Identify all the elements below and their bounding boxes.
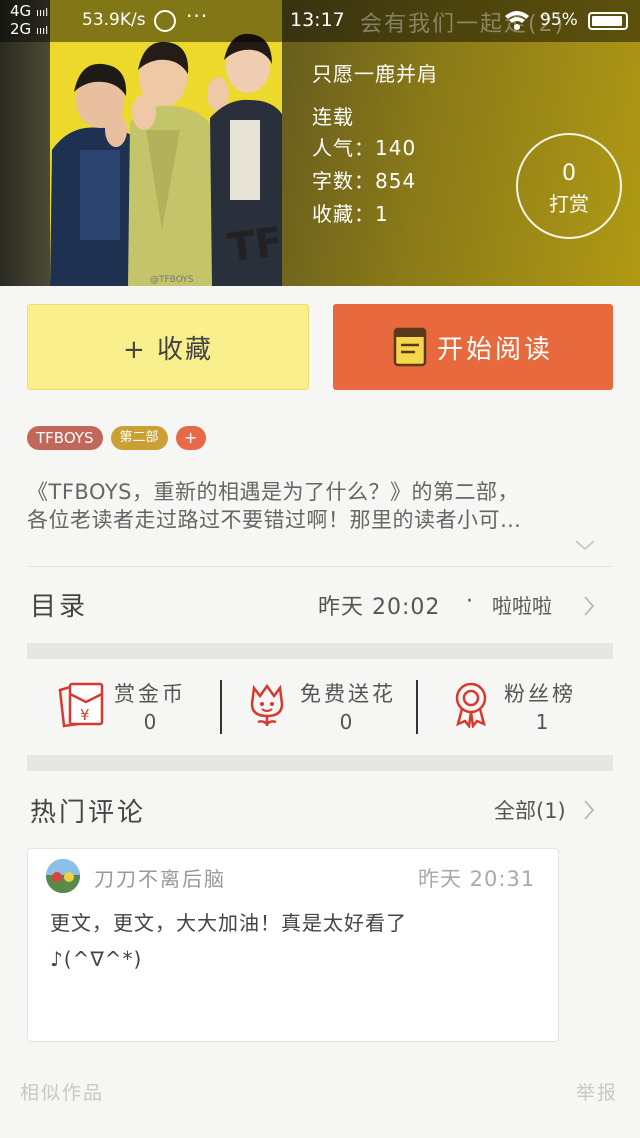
word-count-label: 字数： — [312, 169, 375, 193]
comment-username[interactable]: 刀刀不离后脑 — [94, 863, 226, 892]
catalog-update-time: 昨天 20:02 — [318, 595, 441, 620]
ghost-page-title: 会有我们一起走(2) — [360, 12, 566, 37]
divider — [416, 680, 418, 734]
book-icon — [393, 327, 427, 367]
battery-percent: 95% — [540, 10, 578, 30]
globe-icon — [154, 10, 176, 32]
battery-icon — [588, 12, 628, 30]
svg-text:@TFBOYS: @TFBOYS — [150, 275, 194, 285]
book-header: TFB @TFBOYS 4G ıııl 2G ıııl 53.9K/s ··· … — [0, 0, 640, 286]
avatar[interactable] — [46, 859, 80, 893]
free-flower-value: 0 — [339, 710, 353, 734]
word-count-row: 字数：854 — [312, 165, 416, 194]
book-cover-image: TFB @TFBOYS — [50, 0, 282, 286]
popularity-value: 140 — [375, 136, 417, 160]
comment-text-line-2: ♪(^∇^*) — [50, 947, 143, 971]
header-shade — [0, 0, 50, 286]
reward-coins-value: 0 — [143, 710, 157, 734]
add-to-favorites-button[interactable]: + 收藏 — [27, 304, 309, 390]
hot-comments-title: 热门评论 — [30, 798, 147, 828]
description-line-1: 《TFBOYS，重新的相遇是为了什么？》的第二部， — [27, 480, 519, 504]
fan-ranking-value: 1 — [535, 710, 549, 734]
wifi-icon — [505, 11, 529, 30]
award-ribbon-icon — [455, 682, 487, 728]
svg-text:¥: ¥ — [80, 706, 90, 724]
book-status: 连载 — [312, 105, 354, 129]
comment-text-line-1: 更文，更文，大大加油！真是太好看了 — [50, 911, 407, 935]
red-envelope-icon: ¥ — [58, 682, 104, 728]
favorites-value: 1 — [375, 202, 389, 226]
similar-works-link[interactable]: 相似作品 — [20, 1078, 104, 1105]
reward-count: 0 — [562, 161, 576, 186]
latest-chapter: 啦啦啦 — [492, 594, 552, 618]
report-link[interactable]: 举报 — [576, 1078, 618, 1105]
popularity-row: 人气：140 — [312, 132, 416, 161]
comment-text: 更文，更文，大大加油！真是太好看了 ♪(^∇^*) — [50, 905, 540, 977]
clock: 13:17 — [290, 9, 345, 31]
favorites-row: 收藏：1 — [312, 198, 389, 227]
fan-ranking-stat[interactable]: 粉丝榜 1 — [446, 672, 596, 742]
tag-list: TFBOYS 第二部 + — [27, 426, 206, 450]
section-band — [27, 643, 613, 659]
divider — [27, 566, 613, 567]
section-band — [27, 755, 613, 771]
tag-tfboys[interactable]: TFBOYS — [27, 426, 103, 450]
signal-indicator: 4G ıııl 2G ıııl — [10, 2, 49, 38]
comment-card[interactable]: 刀刀不离后脑 昨天 20:31 更文，更文，大大加油！真是太好看了 ♪(^∇^*… — [27, 848, 559, 1042]
status-bar: 4G ıııl 2G ıııl 53.9K/s ··· 会有我们一起走(2) 1… — [0, 0, 640, 42]
reward-coins-stat[interactable]: ¥ 赏金币 0 — [56, 672, 216, 742]
chevron-right-icon — [584, 596, 595, 616]
chevron-right-icon — [584, 800, 595, 820]
more-dots-icon: ··· — [186, 4, 209, 28]
word-count-value: 854 — [375, 169, 417, 193]
favorites-label: 收藏： — [312, 202, 375, 226]
add-to-favorites-label: + 收藏 — [122, 334, 214, 365]
tag-part-two[interactable]: 第二部 — [110, 426, 168, 450]
reward-label: 打赏 — [549, 192, 589, 216]
popularity-label: 人气： — [312, 136, 375, 160]
book-description[interactable]: 《TFBOYS，重新的相遇是为了什么？》的第二部， 各位老读者走过路过不要错过啊… — [27, 478, 613, 534]
separator-dot: · — [466, 589, 473, 614]
start-reading-button[interactable]: 开始阅读 — [333, 304, 613, 390]
divider — [220, 680, 222, 734]
book-author: 只愿一鹿并肩 — [312, 62, 438, 86]
reward-coins-label: 赏金币 — [114, 682, 186, 706]
catalog-label: 目录 — [30, 592, 89, 622]
fan-ranking-label: 粉丝榜 — [504, 682, 576, 706]
free-flower-stat[interactable]: 免费送花 0 — [242, 672, 412, 742]
start-reading-label: 开始阅读 — [436, 334, 553, 365]
reward-button[interactable]: 0 打赏 — [516, 133, 622, 239]
chevron-down-icon[interactable] — [574, 538, 596, 552]
free-flower-label: 免费送花 — [300, 682, 396, 706]
network-speed: 53.9K/s — [82, 10, 146, 30]
all-comments-link[interactable]: 全部(1) — [494, 795, 566, 825]
add-tag-button[interactable]: + — [175, 426, 206, 450]
description-line-2: 各位老读者走过路过不要错过啊！那里的读者小可… — [27, 508, 522, 532]
comment-time: 昨天 20:31 — [418, 867, 536, 891]
flower-icon — [250, 683, 284, 726]
